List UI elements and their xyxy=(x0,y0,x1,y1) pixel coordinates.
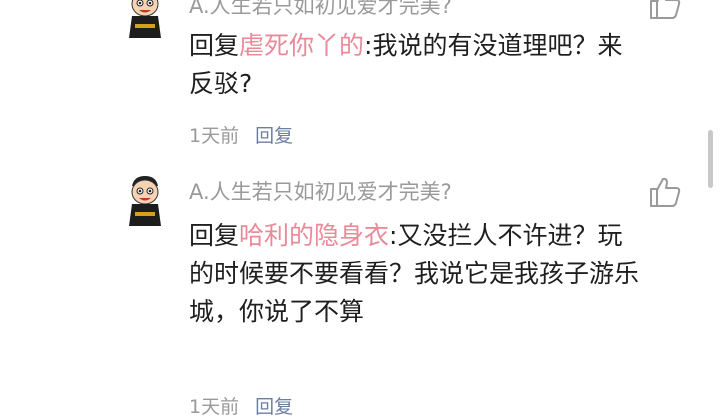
mentioned-user[interactable]: 虐死你丫的 xyxy=(239,31,364,60)
comment-time: 1天前 xyxy=(189,396,240,418)
comment-meta: 1天前 回复 xyxy=(189,121,293,148)
user-avatar[interactable] xyxy=(126,174,164,226)
reply-button[interactable]: 回复 xyxy=(255,396,293,418)
user-avatar[interactable] xyxy=(126,0,164,38)
like-button[interactable] xyxy=(648,176,682,208)
comment-meta: 1天前 回复 xyxy=(189,392,293,419)
thumbs-up-icon xyxy=(650,177,681,207)
like-button[interactable] xyxy=(648,0,682,20)
cartoon-face-avatar-icon xyxy=(129,0,161,38)
thumbs-up-icon xyxy=(650,0,681,19)
reply-button[interactable]: 回复 xyxy=(255,125,293,147)
comment-time: 1天前 xyxy=(189,125,240,147)
comment-text: 回复哈利的隐身衣:又没拦人不许进？玩的时候要不要看看？我说它是我孩子游乐城，你说… xyxy=(189,217,639,331)
cartoon-face-avatar-icon xyxy=(129,176,161,226)
mentioned-user[interactable]: 哈利的隐身衣 xyxy=(239,221,389,250)
comment-username[interactable]: A.人生若只如初见爱才完美? xyxy=(189,0,452,20)
reply-prefix: 回复 xyxy=(189,221,240,250)
comment-text: 回复虐死你丫的:我说的有没道理吧？来反驳? xyxy=(189,27,639,103)
scrollbar-thumb[interactable] xyxy=(708,130,713,188)
comment-username[interactable]: A.人生若只如初见爱才完美? xyxy=(189,176,452,206)
reply-prefix: 回复 xyxy=(189,31,240,60)
